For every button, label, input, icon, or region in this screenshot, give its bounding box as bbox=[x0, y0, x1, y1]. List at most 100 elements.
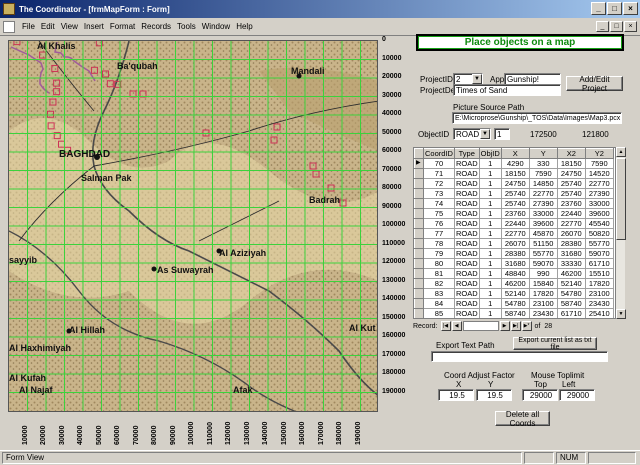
row-selector[interactable] bbox=[414, 218, 424, 229]
table-cell[interactable]: 1 bbox=[478, 228, 502, 239]
table-row[interactable]: ▶ 70 ROAD 1 4290 330 18150 7590 bbox=[414, 158, 614, 169]
table-cell[interactable]: ROAD bbox=[453, 188, 480, 199]
table-cell[interactable]: 1 bbox=[478, 258, 502, 269]
menu-edit[interactable]: Edit bbox=[38, 22, 58, 31]
mdi-restore-button[interactable]: □ bbox=[610, 21, 623, 32]
table-cell[interactable]: ROAD bbox=[453, 168, 480, 179]
row-selector[interactable] bbox=[414, 248, 424, 259]
object-type-combo[interactable]: ROAD ▼ bbox=[453, 128, 491, 140]
table-row[interactable]: 83 ROAD 1 52140 17820 54780 23100 bbox=[414, 288, 614, 299]
table-cell[interactable]: 45540 bbox=[584, 218, 614, 229]
table-cell[interactable]: ROAD bbox=[453, 308, 480, 318]
table-cell[interactable]: 51150 bbox=[528, 238, 558, 249]
add-edit-project-button[interactable]: Add/Edit Project bbox=[566, 75, 623, 93]
maximize-button[interactable]: □ bbox=[607, 2, 622, 15]
table-cell[interactable]: 39600 bbox=[528, 218, 558, 229]
table-cell[interactable]: 77 bbox=[423, 228, 455, 239]
prev-record-icon[interactable]: ◀ bbox=[451, 321, 462, 331]
table-cell[interactable]: 50820 bbox=[584, 228, 614, 239]
table-cell[interactable]: ROAD bbox=[453, 218, 480, 229]
row-selector[interactable] bbox=[414, 178, 424, 189]
scroll-down-icon[interactable]: ▼ bbox=[616, 309, 626, 319]
chevron-down-icon[interactable]: ▼ bbox=[472, 74, 482, 84]
menu-insert[interactable]: Insert bbox=[81, 22, 107, 31]
table-cell[interactable]: 7590 bbox=[584, 158, 614, 169]
row-selector[interactable] bbox=[414, 278, 424, 289]
table-row[interactable]: 78 ROAD 1 26070 51150 28380 55770 bbox=[414, 238, 614, 249]
table-cell[interactable]: 22440 bbox=[556, 208, 586, 219]
mouse-top-field[interactable]: 29000 bbox=[522, 389, 558, 401]
table-cell[interactable]: 23100 bbox=[528, 298, 558, 309]
table-cell[interactable]: 18150 bbox=[500, 168, 530, 179]
row-selector[interactable] bbox=[414, 288, 424, 299]
table-cell[interactable]: 78 bbox=[423, 238, 455, 249]
menu-records[interactable]: Records bbox=[138, 22, 174, 31]
table-cell[interactable]: ROAD bbox=[453, 268, 480, 279]
row-selector[interactable] bbox=[414, 168, 424, 179]
table-cell[interactable]: 54780 bbox=[500, 298, 530, 309]
table-cell[interactable]: 4290 bbox=[500, 158, 530, 169]
table-cell[interactable]: 79 bbox=[423, 248, 455, 259]
table-row[interactable]: 72 ROAD 1 24750 14850 25740 22770 bbox=[414, 178, 614, 189]
table-cell[interactable]: 59070 bbox=[584, 248, 614, 259]
table-cell[interactable]: 990 bbox=[528, 268, 558, 279]
current-record-indicator[interactable]: ▶ bbox=[414, 158, 424, 169]
table-cell[interactable]: ROAD bbox=[453, 158, 480, 169]
table-cell[interactable]: 1 bbox=[478, 288, 502, 299]
close-button[interactable]: × bbox=[623, 2, 638, 15]
table-cell[interactable]: 31680 bbox=[500, 258, 530, 269]
table-row[interactable]: 75 ROAD 1 23760 33000 22440 39600 bbox=[414, 208, 614, 219]
table-cell[interactable]: ROAD bbox=[453, 238, 480, 249]
table-cell[interactable]: 52140 bbox=[556, 278, 586, 289]
table-cell[interactable]: 1 bbox=[478, 218, 502, 229]
table-cell[interactable]: 24750 bbox=[500, 178, 530, 189]
row-selector[interactable] bbox=[414, 268, 424, 279]
table-cell[interactable]: 48840 bbox=[500, 268, 530, 279]
table-cell[interactable]: 1 bbox=[478, 238, 502, 249]
table-cell[interactable]: 71 bbox=[423, 168, 455, 179]
map-image[interactable]: Al Khalis Ba'qubah Mandali BAGHDAD Salma… bbox=[9, 41, 378, 412]
row-selector[interactable] bbox=[414, 188, 424, 199]
table-cell[interactable]: 15840 bbox=[528, 278, 558, 289]
table-cell[interactable]: 61710 bbox=[584, 258, 614, 269]
table-cell[interactable]: 23760 bbox=[556, 198, 586, 209]
row-selector[interactable] bbox=[414, 198, 424, 209]
table-cell[interactable]: 17820 bbox=[528, 288, 558, 299]
table-cell[interactable]: 73 bbox=[423, 188, 455, 199]
adjust-x-field[interactable]: 19.5 bbox=[438, 389, 474, 401]
row-selector[interactable] bbox=[414, 308, 424, 318]
table-cell[interactable]: 52140 bbox=[500, 288, 530, 299]
chevron-down-icon[interactable]: ▼ bbox=[480, 129, 490, 139]
menu-file[interactable]: File bbox=[19, 22, 38, 31]
object-id-field[interactable]: 1 bbox=[494, 128, 510, 140]
table-cell[interactable]: ROAD bbox=[453, 278, 480, 289]
row-selector[interactable] bbox=[414, 298, 424, 309]
col-header-y2[interactable]: Y2 bbox=[584, 148, 614, 159]
table-cell[interactable]: 1 bbox=[478, 178, 502, 189]
table-cell[interactable]: 22770 bbox=[528, 188, 558, 199]
minimize-button[interactable]: _ bbox=[591, 2, 606, 15]
table-cell[interactable]: ROAD bbox=[453, 208, 480, 219]
col-header-coordid[interactable]: CoordID bbox=[423, 148, 455, 159]
table-cell[interactable]: 54780 bbox=[556, 288, 586, 299]
table-cell[interactable]: ROAD bbox=[453, 198, 480, 209]
col-header-y[interactable]: Y bbox=[528, 148, 558, 159]
row-selector[interactable] bbox=[414, 238, 424, 249]
table-cell[interactable]: 84 bbox=[423, 298, 455, 309]
table-row[interactable]: 80 ROAD 1 31680 59070 33330 61710 bbox=[414, 258, 614, 269]
col-header-x[interactable]: X bbox=[500, 148, 530, 159]
table-row[interactable]: 77 ROAD 1 22770 45870 26070 50820 bbox=[414, 228, 614, 239]
table-cell[interactable]: 1 bbox=[478, 158, 502, 169]
table-cell[interactable]: 82 bbox=[423, 278, 455, 289]
row-selector[interactable] bbox=[414, 228, 424, 239]
picture-source-field[interactable]: E:\Microprose\Gunship\_TOS\Data\Images\M… bbox=[452, 112, 622, 124]
table-cell[interactable]: 22770 bbox=[556, 218, 586, 229]
table-cell[interactable]: 31680 bbox=[556, 248, 586, 259]
row-selector[interactable] bbox=[414, 208, 424, 219]
table-cell[interactable]: 1 bbox=[478, 278, 502, 289]
table-cell[interactable]: 17820 bbox=[584, 278, 614, 289]
table-cell[interactable]: 72 bbox=[423, 178, 455, 189]
table-cell[interactable]: 76 bbox=[423, 218, 455, 229]
col-header-x2[interactable]: X2 bbox=[556, 148, 586, 159]
table-cell[interactable]: 70 bbox=[423, 158, 455, 169]
